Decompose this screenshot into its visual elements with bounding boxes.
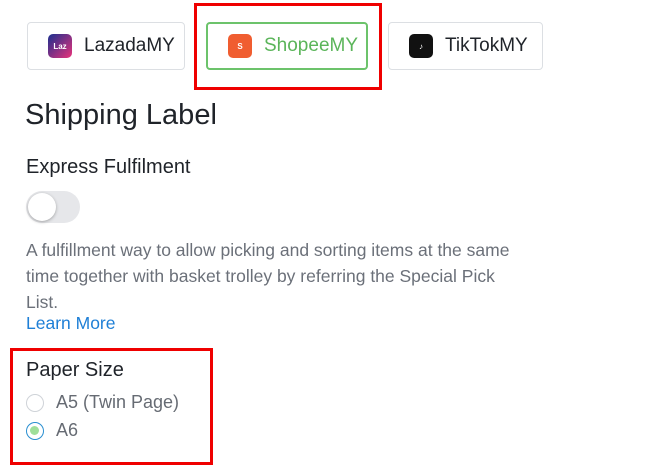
tab-label: LazadaMY <box>84 35 175 56</box>
radio-a6[interactable]: A6 <box>26 420 78 441</box>
tiktok-logo-icon: ♪ <box>409 34 433 58</box>
highlight-box-shopee <box>194 3 382 90</box>
learn-more-link[interactable]: Learn More <box>26 313 116 334</box>
express-fulfilment-toggle[interactable] <box>26 191 80 223</box>
lazada-logo-icon: Laz <box>48 34 72 58</box>
radio-label: A5 (Twin Page) <box>56 392 180 412</box>
page-title: Shipping Label <box>25 99 217 131</box>
express-fulfilment-title: Express Fulfilment <box>26 156 191 178</box>
tab-label: TikTokMY <box>445 35 528 56</box>
paper-size-title: Paper Size <box>26 359 124 381</box>
tab-lazadamy[interactable]: Laz LazadaMY <box>27 22 185 70</box>
toggle-knob <box>28 193 56 221</box>
radio-button[interactable] <box>26 393 44 412</box>
radio-label: A6 <box>56 420 79 440</box>
tab-tiktokmy[interactable]: ♪ TikTokMY <box>388 22 543 70</box>
radio-a5-twin-page[interactable]: A5 (Twin Page) <box>26 392 179 413</box>
radio-button[interactable] <box>26 421 44 440</box>
express-fulfilment-description: A fulfillment way to allow picking and s… <box>26 240 510 312</box>
